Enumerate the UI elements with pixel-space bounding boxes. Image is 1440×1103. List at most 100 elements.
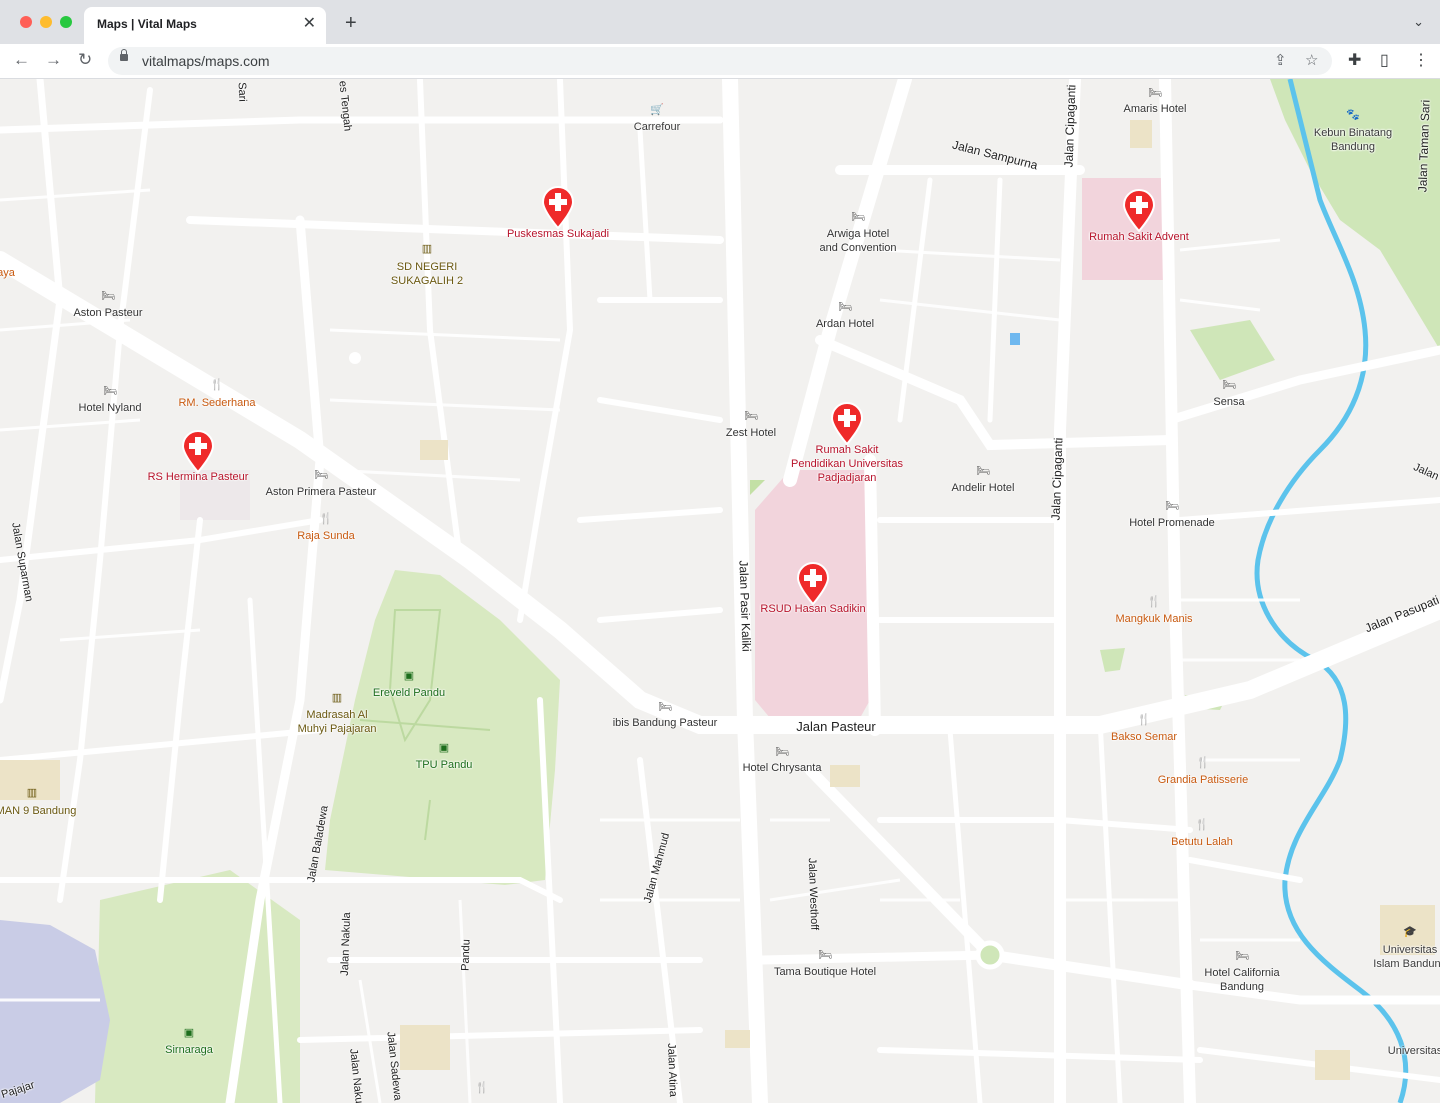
hospital-pin[interactable] [1122, 188, 1156, 232]
hotel-bed-icon: 🛏 [658, 701, 672, 713]
street-label: Pandu [459, 938, 473, 972]
side-panel-icon[interactable]: ▯ [1380, 50, 1389, 70]
tab-title: Maps | Vital Maps [97, 17, 197, 31]
restaurant-label[interactable]: Bakso Semar [1111, 730, 1177, 744]
hotel-label[interactable]: Andelir Hotel [952, 481, 1015, 495]
close-tab-icon[interactable]: ✕ [303, 15, 316, 33]
place-label[interactable]: Carrefour [634, 120, 680, 134]
university-icon: 🎓 [1403, 926, 1417, 938]
close-window-button[interactable] [20, 16, 32, 28]
restaurant-icon: 🍴 [319, 513, 333, 525]
cemetery-icon: ▣ [183, 1027, 195, 1039]
hotel-bed-icon: 🛏 [818, 949, 832, 961]
hotel-label[interactable]: Hotel Promenade [1129, 516, 1215, 530]
maximize-window-button[interactable] [60, 16, 72, 28]
hotel-label[interactable]: Bandung [1220, 980, 1264, 994]
street-label: Jalan Pasteur [796, 719, 876, 734]
place-label[interactable]: Sirnaraga [165, 1043, 213, 1057]
browser-toolbar: ← → ↻ vitalmaps/maps.com ⇪ ☆ ✚ ▯ ⋮ [0, 44, 1440, 79]
hotel-label[interactable]: Sensa [1213, 395, 1244, 409]
street-label: Jalan Westhoff [805, 857, 821, 931]
hotel-label[interactable]: Amaris Hotel [1124, 102, 1187, 116]
place-label[interactable]: Universitas [1383, 943, 1437, 957]
hotel-label[interactable]: Zest Hotel [726, 426, 776, 440]
browser-window: Maps | Vital Maps ✕ + ⌄ ← → ↻ vitalmaps/… [0, 0, 1440, 1103]
restaurant-icon: 🍴 [475, 1082, 489, 1094]
tab-search-icon[interactable]: ⌄ [1413, 14, 1424, 30]
hotel-label[interactable]: Aston Primera Pasteur [266, 485, 377, 499]
map-canvas[interactable]: Puskesmas Sukajadi Rumah Sakit Advent RS… [0, 79, 1440, 1103]
window-controls [20, 16, 72, 28]
street-label: Jalan Nakula [338, 912, 354, 976]
place-label[interactable]: Ereveld Pandu [373, 686, 445, 700]
hospital-pin[interactable] [830, 401, 864, 445]
hospital-label[interactable]: Rumah Sakit Advent [1089, 230, 1189, 244]
place-label[interactable]: Islam Bandung [1373, 957, 1440, 971]
restaurant-label[interactable]: Betutu Lalah [1171, 835, 1233, 849]
cemetery-icon: ▣ [438, 742, 450, 754]
address-bar[interactable]: vitalmaps/maps.com ⇪ ☆ [108, 47, 1332, 75]
zoo-icon: 🐾 [1346, 109, 1360, 121]
hotel-bed-icon: 🛏 [101, 290, 115, 302]
forward-icon[interactable]: → [45, 50, 62, 70]
bookmark-star-icon[interactable]: ☆ [1305, 51, 1318, 69]
hotel-bed-icon: 🛏 [1148, 87, 1162, 99]
hospital-label[interactable]: RS Hermina Pasteur [148, 470, 249, 484]
hotel-bed-icon: 🛏 [976, 465, 990, 477]
hotel-bed-icon: 🛏 [1165, 500, 1179, 512]
place-label[interactable]: SUKAGALIH 2 [391, 274, 463, 288]
hospital-label[interactable]: Puskesmas Sukajadi [507, 227, 609, 241]
tab-bar: Maps | Vital Maps ✕ + ⌄ [0, 0, 1440, 44]
place-label[interactable]: TPU Pandu [416, 758, 473, 772]
hotel-bed-icon: 🛏 [838, 301, 852, 313]
hotel-label[interactable]: Aston Pasteur [73, 306, 142, 320]
place-label[interactable]: Bandung [1331, 140, 1375, 154]
new-tab-button[interactable]: + [345, 12, 357, 34]
street-label: Jalan Cipaganti [1061, 84, 1079, 168]
hotel-label[interactable]: Arwiga Hotel [827, 227, 889, 241]
reload-icon[interactable]: ↻ [78, 50, 92, 70]
school-icon: ▥ [331, 692, 343, 704]
hotel-bed-icon: 🛏 [744, 410, 758, 422]
place-label[interactable]: Muhyi Pajajaran [298, 722, 377, 736]
tab-active[interactable]: Maps | Vital Maps ✕ [84, 7, 326, 44]
place-label[interactable]: Madrasah Al [306, 708, 367, 722]
minimize-window-button[interactable] [40, 16, 52, 28]
place-label[interactable]: Kebun Binatang [1314, 126, 1392, 140]
place-label[interactable]: Universitas [1388, 1044, 1440, 1058]
share-icon[interactable]: ⇪ [1274, 51, 1287, 69]
back-icon[interactable]: ← [13, 50, 30, 70]
hotel-label[interactable]: Ardan Hotel [816, 317, 874, 331]
extensions-icon[interactable]: ✚ [1348, 50, 1361, 70]
hotel-label[interactable]: Hotel California [1204, 966, 1279, 980]
place-label[interactable]: MAN 9 Bandung [0, 804, 76, 818]
place-label[interactable]: aya [0, 266, 15, 280]
hospital-pin[interactable] [541, 185, 575, 229]
hotel-label[interactable]: Tama Boutique Hotel [774, 965, 876, 979]
lock-icon [120, 49, 128, 61]
hospital-label[interactable]: Rumah Sakit Pendidikan Universitas Padja… [791, 443, 903, 485]
shopping-cart-icon: 🛒 [650, 104, 664, 116]
restaurant-label[interactable]: Mangkuk Manis [1115, 612, 1192, 626]
url-text[interactable]: vitalmaps/maps.com [142, 53, 270, 69]
hotel-label[interactable]: Hotel Nyland [79, 401, 142, 415]
hospital-label-line: Rumah Sakit [815, 444, 879, 456]
park-areas [0, 79, 1440, 1103]
hotel-label[interactable]: ibis Bandung Pasteur [613, 716, 718, 730]
hospital-label[interactable]: RSUD Hasan Sadikin [760, 602, 865, 616]
hotel-bed-icon: 🛏 [314, 469, 328, 481]
restaurant-label[interactable]: Grandia Patisserie [1158, 773, 1249, 787]
hotel-label[interactable]: and Convention [819, 241, 896, 255]
browser-menu-icon[interactable]: ⋮ [1413, 50, 1429, 70]
street-label: Jalan Atina [665, 1042, 679, 1098]
hospital-pin[interactable] [796, 561, 830, 605]
restaurant-label[interactable]: RM. Sederhana [178, 396, 255, 410]
place-label[interactable]: SD NEGERI [397, 260, 458, 274]
restaurant-label[interactable]: Raja Sunda [297, 529, 355, 543]
hospital-pin[interactable] [181, 429, 215, 473]
school-icon: ▥ [421, 243, 433, 255]
street-label: Sari [235, 82, 249, 102]
cemetery-icon: ▣ [403, 670, 415, 682]
hotel-label[interactable]: Hotel Chrysanta [743, 761, 822, 775]
street-label: Jalan Cipaganti [1048, 437, 1066, 521]
